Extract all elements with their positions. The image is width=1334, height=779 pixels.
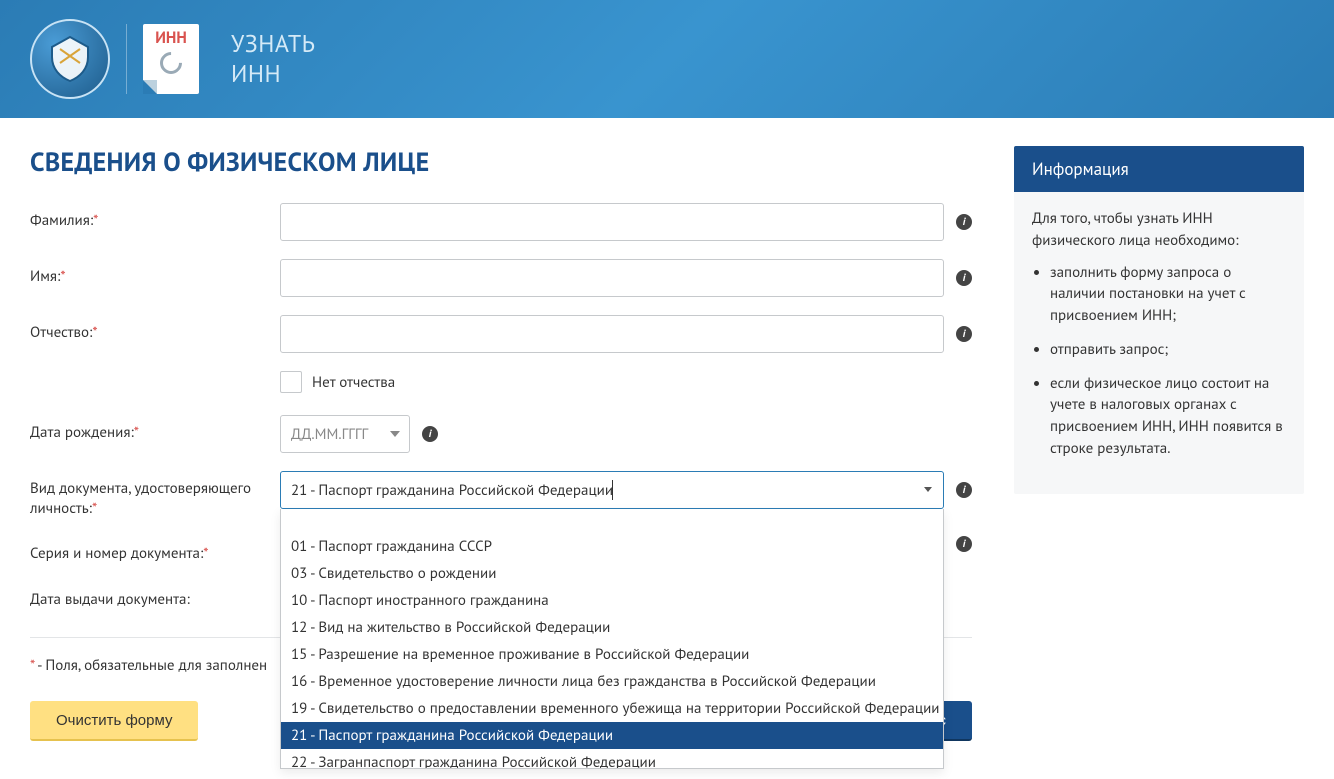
doc-type-option[interactable]: 12 - Вид на жительство в Российской Феде…: [281, 614, 943, 641]
label-doc-type: Вид документа, удостоверяющего личность:…: [30, 471, 280, 518]
app-title: УЗНАТЬ ИНН: [231, 29, 315, 89]
label-name: Имя:*: [30, 259, 280, 287]
surname-input[interactable]: [280, 203, 944, 241]
inn-doc-label: ИНН: [155, 30, 187, 46]
info-icon[interactable]: i: [956, 536, 972, 552]
form-main: СВЕДЕНИЯ О ФИЗИЧЕСКОМ ЛИЦЕ Фамилия:* i И…: [30, 146, 972, 741]
info-icon[interactable]: i: [956, 326, 972, 342]
sidebar-intro: Для того, чтобы узнать ИНН физического л…: [1032, 208, 1286, 252]
info-icon[interactable]: i: [956, 270, 972, 286]
clear-button[interactable]: Очистить форму: [30, 701, 198, 741]
sidebar-list-item: заполнить форму запроса о наличии постан…: [1050, 262, 1286, 327]
header-divider: [126, 24, 127, 94]
doc-type-option[interactable]: 03 - Свидетельство о рождении: [281, 560, 943, 587]
info-icon[interactable]: i: [956, 482, 972, 498]
sidebar-list-item: если физическое лицо состоит на учете в …: [1050, 373, 1286, 460]
sidebar-list-item: отправить запрос;: [1050, 339, 1286, 361]
doc-type-option[interactable]: 21 - Паспорт гражданина Российской Федер…: [281, 722, 943, 749]
patronymic-input[interactable]: [280, 315, 944, 353]
label-patronymic: Отчество:*: [30, 315, 280, 343]
name-input[interactable]: [280, 259, 944, 297]
inn-doc-icon: ИНН: [143, 24, 199, 94]
doc-type-option[interactable]: 22 - Загранпаспорт гражданина Российской…: [281, 749, 943, 769]
info-sidebar: Информация Для того, чтобы узнать ИНН фи…: [1014, 146, 1304, 494]
label-surname: Фамилия:*: [30, 203, 280, 231]
info-icon[interactable]: i: [422, 426, 438, 442]
doc-type-option[interactable]: 19 - Свидетельство о предоставлении врем…: [281, 695, 943, 722]
doc-type-dropdown: 01 - Паспорт гражданина СССР03 - Свидете…: [280, 509, 944, 769]
label-birth-date: Дата рождения:*: [30, 415, 280, 443]
no-patronymic-label: Нет отчества: [312, 373, 395, 392]
birth-date-input[interactable]: ДД.ММ.ГГГГ: [280, 415, 410, 453]
doc-type-select[interactable]: 21 - Паспорт гражданина Российской Федер…: [280, 471, 944, 509]
app-header: ИНН УЗНАТЬ ИНН: [0, 0, 1334, 118]
no-patronymic-checkbox[interactable]: [280, 371, 302, 393]
doc-type-option[interactable]: 15 - Разрешение на временное проживание …: [281, 641, 943, 668]
fns-emblem-logo: [30, 19, 110, 99]
page-title: СВЕДЕНИЯ О ФИЗИЧЕСКОМ ЛИЦЕ: [30, 146, 972, 179]
doc-type-option[interactable]: 16 - Временное удостоверение личности ли…: [281, 668, 943, 695]
sidebar-title: Информация: [1014, 146, 1304, 192]
doc-type-option[interactable]: 10 - Паспорт иностранного гражданина: [281, 587, 943, 614]
label-doc-date: Дата выдачи документа:: [30, 582, 280, 610]
info-icon[interactable]: i: [956, 214, 972, 230]
label-doc-number: Серия и номер документа:*: [30, 536, 280, 564]
doc-type-option[interactable]: 01 - Паспорт гражданина СССР: [281, 533, 943, 560]
